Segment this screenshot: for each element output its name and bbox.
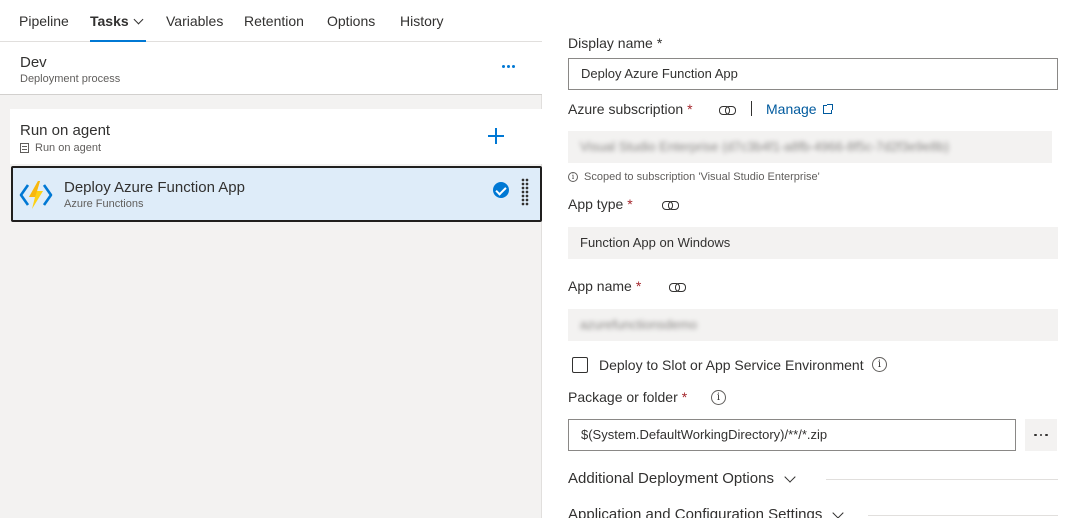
task-item-deploy-azure-function-app[interactable]: Deploy Azure Function App Azure Function…: [11, 166, 542, 222]
azure-subscription-value: Visual Studio Enterprise (d7c3b4f1-a8fb-…: [580, 139, 950, 154]
package-input[interactable]: $(System.DefaultWorkingDirectory)/**/*.z…: [568, 419, 1016, 451]
app-name-label-text: App name: [568, 278, 632, 294]
required-mark: *: [635, 278, 642, 294]
tab-retention[interactable]: Retention: [244, 13, 304, 29]
info-icon: i: [568, 172, 578, 182]
divider: [826, 479, 1058, 480]
required-mark: *: [681, 389, 688, 405]
deploy-to-slot-checkbox[interactable]: [572, 357, 588, 373]
app-name-select[interactable]: azurefunctionsdemo: [568, 309, 1058, 341]
link-icon[interactable]: [669, 282, 686, 292]
task-list-pane: Dev Deployment process Run on agent Run …: [0, 42, 542, 518]
app-type-label-text: App type: [568, 196, 624, 212]
scope-note-text: Scoped to subscription 'Visual Studio En…: [584, 171, 820, 183]
manage-label: Manage: [766, 101, 817, 117]
section-label: Additional Deployment Options: [568, 470, 774, 487]
task-settings-pane: Display name * Deploy Azure Function App …: [543, 0, 1069, 518]
app-name-label: App name *: [568, 278, 641, 294]
chevron-down-icon: [832, 506, 845, 518]
deploy-to-slot-label: Deploy to Slot or App Service Environmen…: [599, 357, 864, 373]
chevron-down-icon: [133, 14, 144, 25]
task-title: Deploy Azure Function App: [64, 179, 245, 196]
subscription-scope-note: i Scoped to subscription 'Visual Studio …: [568, 171, 820, 183]
display-name-label: Display name *: [568, 35, 662, 51]
manage-subscription-link[interactable]: Manage: [766, 101, 833, 117]
divider: [751, 101, 752, 116]
tab-history[interactable]: History: [400, 13, 444, 29]
display-name-label-text: Display name: [568, 35, 653, 51]
tab-variables[interactable]: Variables: [166, 13, 223, 29]
task-enabled-check-icon[interactable]: [493, 182, 509, 198]
drag-handle-icon[interactable]: [521, 178, 529, 206]
server-icon: [20, 143, 29, 153]
display-name-input[interactable]: Deploy Azure Function App: [568, 58, 1058, 90]
stage-header[interactable]: Dev Deployment process: [0, 42, 542, 95]
link-icon[interactable]: [719, 105, 736, 115]
azure-subscription-label-text: Azure subscription: [568, 101, 684, 117]
app-name-value: azurefunctionsdemo: [580, 317, 698, 332]
more-actions-button[interactable]: [498, 56, 518, 76]
azure-subscription-label: Azure subscription *: [568, 101, 693, 117]
tab-tasks[interactable]: Tasks: [90, 13, 146, 42]
azure-functions-icon: [19, 181, 53, 209]
external-link-icon: [822, 104, 833, 114]
divider: [868, 515, 1058, 516]
add-task-button[interactable]: [486, 126, 506, 146]
agent-job[interactable]: Run on agent Run on agent: [10, 109, 542, 164]
pipeline-tabs: Pipeline Tasks Variables Retention Optio…: [0, 0, 542, 42]
info-icon[interactable]: i: [711, 390, 726, 405]
browse-button[interactable]: [1025, 419, 1057, 451]
tab-options[interactable]: Options: [327, 13, 375, 29]
link-icon[interactable]: [662, 200, 679, 210]
required-mark: *: [627, 196, 633, 212]
info-icon[interactable]: i: [872, 357, 887, 372]
azure-subscription-select[interactable]: Visual Studio Enterprise (d7c3b4f1-a8fb-…: [568, 131, 1052, 163]
chevron-down-icon: [784, 470, 796, 483]
package-label: Package or folder *: [568, 389, 687, 405]
section-additional-deployment-options[interactable]: Additional Deployment Options: [568, 470, 796, 487]
agent-job-subtitle-label: Run on agent: [35, 142, 102, 154]
task-subtitle: Azure Functions: [64, 198, 144, 210]
section-label: Application and Configuration Settings: [568, 506, 823, 518]
app-type-select[interactable]: Function App on Windows: [568, 227, 1058, 259]
tab-pipeline[interactable]: Pipeline: [19, 13, 69, 29]
required-mark: *: [656, 35, 663, 51]
stage-title: Dev: [20, 54, 47, 71]
section-application-configuration-settings[interactable]: Application and Configuration Settings: [568, 506, 845, 518]
stage-subtitle: Deployment process: [20, 73, 121, 85]
package-label-text: Package or folder: [568, 389, 678, 405]
tab-tasks-label: Tasks: [90, 13, 129, 29]
app-type-label: App type *: [568, 196, 633, 212]
required-mark: *: [687, 101, 693, 117]
agent-job-title: Run on agent: [20, 122, 111, 139]
agent-job-subtitle: Run on agent: [20, 142, 101, 154]
